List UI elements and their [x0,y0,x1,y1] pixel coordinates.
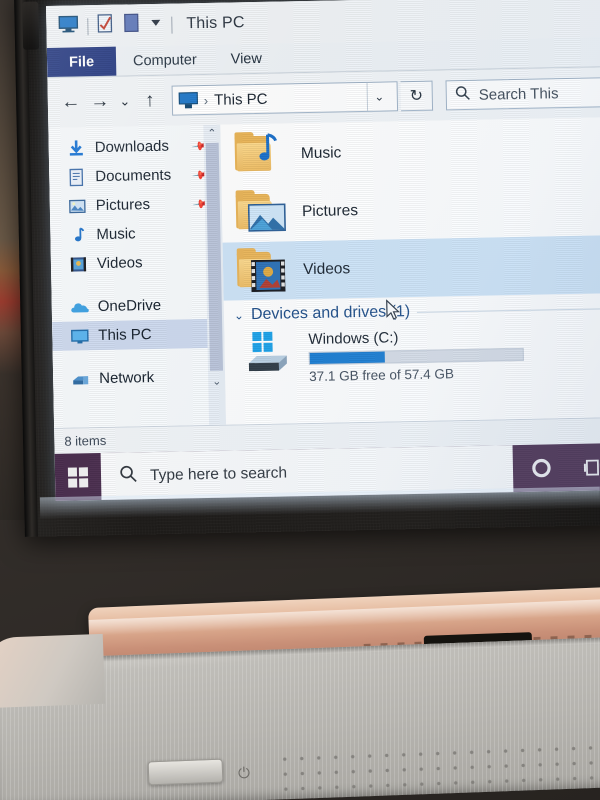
pictures-icon [68,197,87,215]
sidebar-label: Videos [96,254,143,273]
new-folder-icon[interactable] [123,13,140,37]
content-pane: Music Pictures Videos ⌄ Devices and driv… [220,117,600,425]
forward-button[interactable]: → [87,89,113,115]
sidebar-label: Network [98,368,155,388]
sidebar-label: Documents [95,166,172,186]
quick-access-toolbar [58,13,173,39]
this-pc-icon[interactable] [58,15,79,37]
explorer-body: Downloads 📌 Documents 📌 Pictures 📌 Music… [48,117,600,428]
tab-file[interactable]: File [46,46,117,77]
capacity-bar-fill [309,351,385,364]
folder-item-music[interactable]: Music [220,119,600,185]
pictures-folder-icon [235,189,289,236]
sidebar-label: OneDrive [97,296,162,316]
tab-view[interactable]: View [213,44,279,74]
sidebar-item-onedrive[interactable]: OneDrive [52,290,225,322]
download-icon [67,139,86,157]
drive-details: Windows (C:) 37.1 GB free of 57.4 GB [308,323,600,384]
videos-folder-icon [236,247,290,294]
file-explorer-window: This PC File Computer View ← → ⌄ ↑ › Thi… [46,0,600,454]
search-input[interactable]: Search This [479,85,559,104]
search-icon [119,464,138,488]
sidebar-item-downloads[interactable]: Downloads 📌 [48,131,221,163]
music-folder-icon [234,131,287,178]
sidebar-item-pictures[interactable]: Pictures 📌 [50,189,223,221]
address-bar[interactable]: › This PC ⌄ [171,81,399,116]
hinge-highlight [88,599,600,636]
sidebar-label: This PC [98,326,152,345]
folder-label: Videos [302,260,351,279]
sidebar-label: Downloads [94,137,170,157]
folder-item-pictures[interactable]: Pictures [221,177,600,243]
toolbar-separator [87,17,89,35]
search-box[interactable]: Search This [445,77,600,111]
base-front-corner [0,633,106,709]
music-icon [68,226,87,244]
taskbar-search-input[interactable]: Type here to search [150,464,287,485]
taskbar-search-box[interactable]: Type here to search [100,445,514,501]
scroll-down-icon[interactable]: ⌄ [212,373,222,389]
network-icon [71,370,90,388]
folder-label: Music [300,144,342,163]
bezel-slot [22,1,40,50]
drive-name: Windows (C:) [308,329,399,349]
window-title: This PC [186,14,245,33]
customize-dropdown-icon[interactable] [149,16,162,34]
videos-icon [69,255,88,273]
task-view-button[interactable] [569,443,600,491]
capacity-bar [308,347,524,366]
back-button[interactable]: ← [58,89,84,115]
tab-computer[interactable]: Computer [116,45,214,76]
laptop-screen: This PC File Computer View ← → ⌄ ↑ › Thi… [46,0,600,501]
folder-item-videos[interactable]: Videos [222,235,600,301]
task-view-icon [583,459,600,476]
sidebar-item-documents[interactable]: Documents 📌 [49,160,222,192]
mouse-cursor [386,299,401,320]
group-rule [417,307,600,313]
windows-logo-icon [67,466,89,488]
windows-drive-icon [242,329,297,378]
up-button[interactable]: ↑ [137,88,163,114]
breadcrumb-separator: › [203,92,209,108]
power-button[interactable] [147,758,224,786]
chevron-down-icon[interactable]: ⌄ [234,308,244,322]
drive-item-windows-c[interactable]: Windows (C:) 37.1 GB free of 57.4 GB [224,321,600,386]
drive-free-space: 37.1 GB free of 57.4 GB [309,366,455,385]
onedrive-icon [70,298,89,316]
properties-icon[interactable] [97,14,114,38]
power-icon: ⏻ [237,764,251,783]
address-this-pc-icon [178,92,198,109]
toolbar-separator-2 [171,16,173,34]
refresh-button[interactable]: ↻ [400,80,434,112]
start-button[interactable] [55,453,102,501]
cortana-circle-icon [531,458,551,478]
documents-icon [67,168,86,186]
scroll-up-icon[interactable]: ⌃ [207,125,217,141]
sidebar-label: Music [96,225,136,244]
sidebar-label: Pictures [95,196,151,215]
item-count: 8 items [64,432,107,449]
folder-label: Pictures [301,202,359,221]
sidebar-item-music[interactable]: Music [50,218,223,250]
sidebar-item-network[interactable]: Network [53,362,226,394]
breadcrumb: This PC [214,90,268,109]
sidebar-item-this-pc[interactable]: This PC [52,318,225,351]
search-icon [455,84,471,105]
navigation-pane: Downloads 📌 Documents 📌 Pictures 📌 Music… [48,124,227,428]
recent-locations-button[interactable]: ⌄ [116,88,134,114]
cortana-button[interactable] [513,444,570,492]
sidebar-item-videos[interactable]: Videos [51,247,224,279]
this-pc-icon [70,327,89,345]
address-dropdown-icon[interactable]: ⌄ [366,82,392,111]
